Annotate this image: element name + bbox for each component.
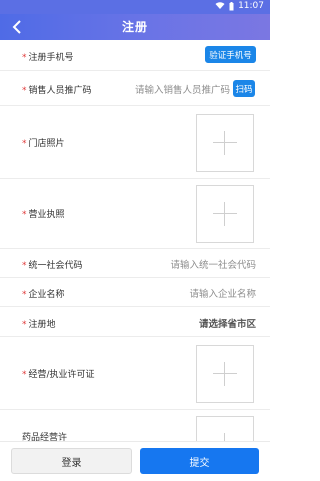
promo-input[interactable]: 请输入销售人员推广码 (135, 82, 230, 96)
company-label-text: 企业名称 (28, 290, 65, 300)
required-mark: * (22, 86, 27, 96)
address-select[interactable]: 请选择省市区 (199, 316, 256, 330)
battery-icon (229, 1, 234, 10)
page-title: 注册 (121, 20, 148, 34)
required-mark: * (22, 370, 27, 380)
company-row: * 企业名称 请输入企业名称 (0, 278, 270, 307)
permit-label-text: 经营/执业许可证 (28, 370, 95, 380)
permit-label: * 经营/执业许可证 (22, 367, 95, 380)
promo-row: * 销售人员推广码 请输入销售人员推广码 扫码 (0, 71, 270, 106)
license-row: * 营业执照 (0, 179, 270, 249)
promo-label: * 销售人员推广码 (22, 83, 92, 96)
store-photo-row: * 门店照片 (0, 106, 270, 179)
address-label: * 注册地 (22, 317, 56, 330)
required-mark: * (22, 290, 27, 300)
submit-button[interactable]: 提交 (140, 448, 259, 474)
permit-row: * 经营/执业许可证 (0, 337, 270, 410)
license-label-text: 营业执照 (28, 210, 65, 220)
required-mark: * (22, 320, 27, 330)
wifi-icon (215, 2, 225, 10)
credit-code-label-text: 统一社会代码 (28, 261, 83, 271)
status-icons: 11:07 (215, 1, 264, 11)
bottom-action-bar: 登录 提交 (0, 441, 270, 481)
phone-row: * 注册手机号 验证手机号 (0, 40, 270, 71)
company-input[interactable]: 请输入企业名称 (189, 286, 256, 300)
store-photo-label: * 门店照片 (22, 136, 65, 149)
status-time: 11:07 (238, 1, 264, 11)
address-row: * 注册地 请选择省市区 (0, 307, 270, 337)
verify-phone-button[interactable]: 验证手机号 (205, 46, 256, 63)
permit-upload[interactable] (196, 345, 254, 403)
required-mark: * (22, 261, 27, 271)
credit-code-label: * 统一社会代码 (22, 258, 83, 271)
required-mark: * (22, 53, 27, 63)
promo-label-text: 销售人员推广码 (28, 86, 92, 96)
phone-label-text: 注册手机号 (28, 53, 74, 63)
credit-code-input[interactable]: 请输入统一社会代码 (170, 257, 256, 271)
credit-code-row: * 统一社会代码 请输入统一社会代码 (0, 249, 270, 278)
license-label: * 营业执照 (22, 207, 65, 220)
login-button[interactable]: 登录 (11, 448, 132, 474)
app-bar: 注册 (0, 14, 270, 40)
store-photo-label-text: 门店照片 (28, 139, 65, 149)
license-upload[interactable] (196, 185, 254, 243)
company-label: * 企业名称 (22, 287, 65, 300)
status-bar: 11:07 (0, 0, 270, 14)
store-photo-upload[interactable] (196, 114, 254, 172)
required-mark: * (22, 139, 27, 149)
phone-label: * 注册手机号 (22, 50, 74, 63)
address-label-text: 注册地 (28, 320, 56, 330)
required-mark: * (22, 210, 27, 220)
scan-button[interactable]: 扫码 (233, 80, 255, 97)
